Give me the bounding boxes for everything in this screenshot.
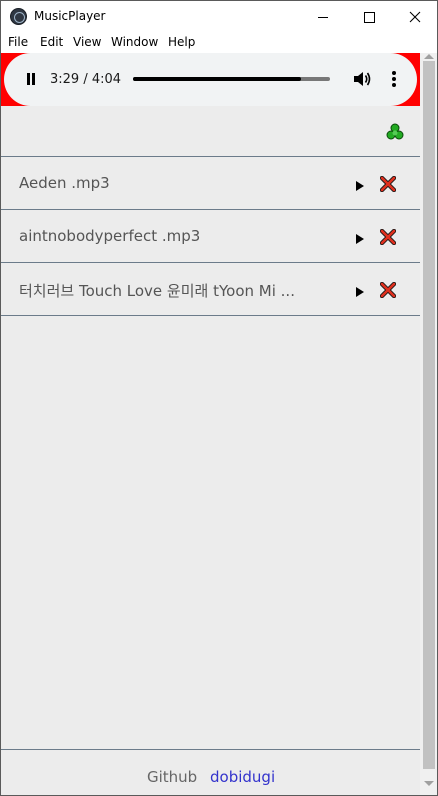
github-label: Github: [147, 768, 198, 786]
window-title: MusicPlayer: [34, 9, 106, 23]
scroll-up-arrow-icon[interactable]: [424, 54, 434, 59]
track-row[interactable]: aintnobodyperfect .mp3: [1, 210, 420, 262]
menu-view[interactable]: View: [73, 35, 101, 49]
divider: [1, 315, 420, 316]
more-vertical-icon: [392, 71, 396, 75]
menu-help[interactable]: Help: [168, 35, 195, 49]
track-name[interactable]: aintnobodyperfect .mp3: [19, 227, 329, 245]
delete-button[interactable]: [379, 228, 397, 246]
close-icon: [409, 11, 421, 23]
close-x-icon: [379, 228, 397, 246]
time-display: 3:29 / 4:04: [50, 72, 122, 87]
audio-player: 3:29 / 4:04: [4, 53, 417, 106]
recycle-icon: [386, 123, 404, 140]
main-content: 3:29 / 4:04 Aeden .mp3 aintnobodyperfect…: [1, 53, 420, 795]
pause-button[interactable]: [24, 72, 38, 86]
play-icon[interactable]: [356, 181, 364, 191]
menu-edit[interactable]: Edit: [40, 35, 63, 49]
recycle-button[interactable]: [386, 123, 404, 141]
close-x-icon: [379, 281, 397, 299]
progress-fill: [133, 77, 302, 81]
play-icon[interactable]: [356, 287, 364, 297]
progress-slider[interactable]: [133, 77, 330, 81]
menu-bar: File Edit View Window Help: [1, 33, 437, 53]
app-window: MusicPlayer File Edit View Window Help 3…: [0, 0, 438, 796]
minimize-button[interactable]: [300, 1, 346, 33]
delete-button[interactable]: [379, 175, 397, 193]
close-window-button[interactable]: [392, 1, 438, 33]
github-user-link[interactable]: dobidugi: [210, 768, 275, 786]
volume-button[interactable]: [352, 70, 372, 88]
track-row[interactable]: 터치러브 Touch Love 윤미래 tYoon Mi ...: [1, 263, 420, 315]
footer: Github dobidugi: [1, 765, 420, 795]
menu-window[interactable]: Window: [111, 35, 158, 49]
delete-button[interactable]: [379, 281, 397, 299]
play-icon[interactable]: [356, 234, 364, 244]
track-name[interactable]: 터치러브 Touch Love 윤미래 tYoon Mi ...: [19, 280, 329, 301]
maximize-button[interactable]: [346, 1, 392, 33]
menu-file[interactable]: File: [8, 35, 28, 49]
app-logo-icon: [10, 8, 27, 25]
volume-icon: [354, 72, 371, 86]
track-name[interactable]: Aeden .mp3: [19, 174, 329, 192]
track-row[interactable]: Aeden .mp3: [1, 157, 420, 209]
more-options-button[interactable]: [388, 70, 400, 88]
title-bar: MusicPlayer: [1, 1, 437, 33]
footer-divider: [1, 749, 420, 750]
close-x-icon: [379, 175, 397, 193]
scrollbar-thumb[interactable]: [423, 61, 435, 769]
scroll-down-arrow-icon[interactable]: [424, 781, 434, 786]
